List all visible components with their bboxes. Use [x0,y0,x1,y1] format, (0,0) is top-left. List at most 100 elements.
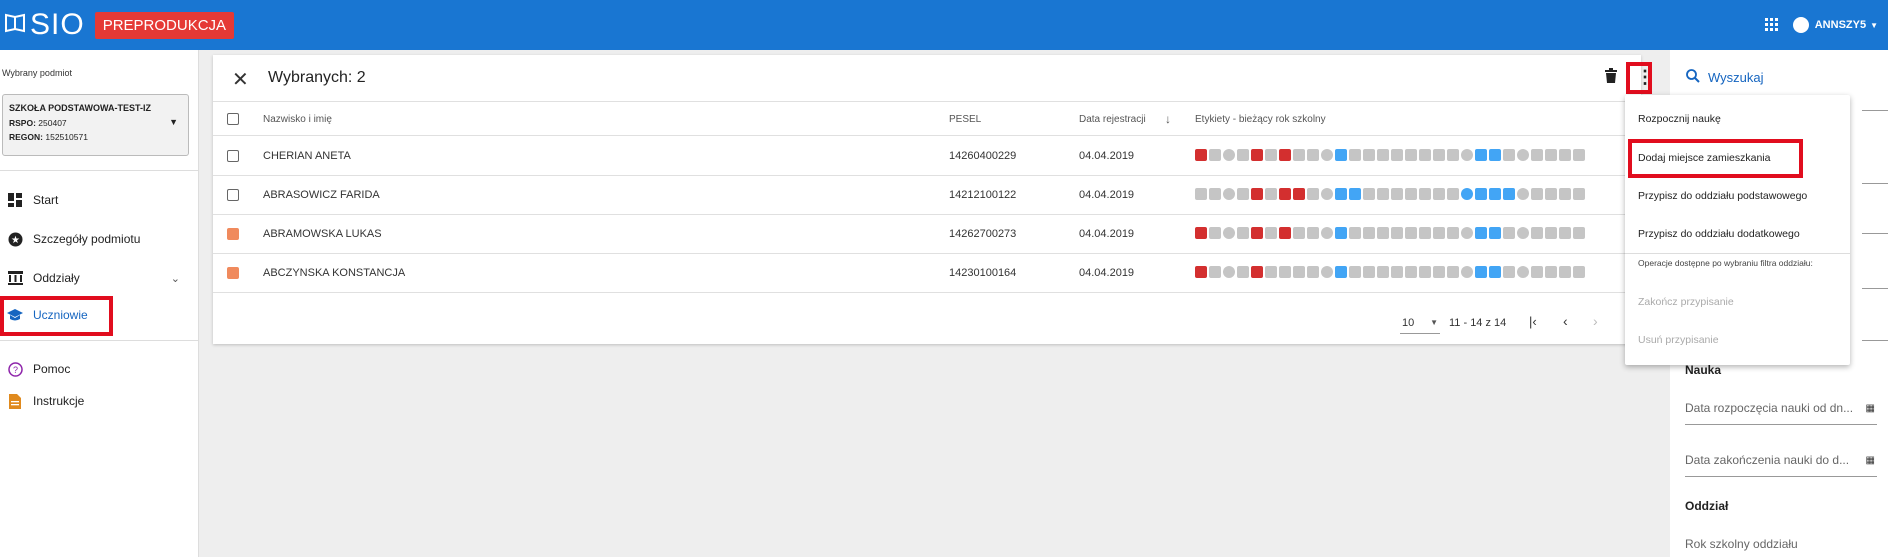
row-checkbox-checked[interactable] [227,228,239,240]
trash-icon[interactable] [1605,68,1617,88]
sidebar-item-instructions[interactable]: Instrukcje [0,385,198,417]
search-link[interactable]: Wyszukaj [1686,69,1764,86]
circle-icon [1517,149,1529,161]
menu-item-assign-primary-branch[interactable]: Przypisz do oddziału podstawowego [1638,190,1807,202]
grid-icon [1419,227,1431,239]
sidebar: Wybrany podmiot SZKOŁA PODSTAWOWA-TEST-I… [0,50,199,557]
tag-icon [1237,188,1249,200]
menu-item-remove-assignment[interactable]: Usuń przypisanie [1638,334,1719,346]
sidebar-item-label: Start [33,193,59,207]
student-name: CHERIAN ANETA [263,150,351,162]
table-row[interactable]: ABRASOWICZ FARIDA 14212100122 04.04.2019 [213,176,1641,215]
thumb-down-icon [1195,266,1207,278]
document-tag-icon [1279,266,1291,278]
wheelchair-icon [1475,149,1487,161]
select-all-checkbox[interactable] [227,113,239,125]
pagination: 10 ▼ 11 - 14 z 14 |‹ ‹ › [213,305,1641,343]
sidebar-item-label: Pomoc [33,362,71,376]
menu-item-end-assignment[interactable]: Zakończ przypisanie [1638,296,1734,308]
tag-icon [1363,188,1375,200]
column-header-pesel[interactable]: PESEL [949,114,981,125]
student-name: ABRAMOWSKA LUKAS [263,228,382,240]
selected-subject-label: Wybrany podmiot [2,68,72,78]
bookmark-icon [1363,149,1375,161]
row-checkbox-checked[interactable] [227,267,239,279]
flag-icon [1573,149,1585,161]
tag-icon [1405,149,1417,161]
more-options-menu: Rozpocznij naukę Dodaj miejsce zamieszka… [1625,95,1850,365]
prev-page-icon[interactable]: ‹ [1563,313,1568,329]
first-page-icon[interactable]: |‹ [1529,314,1537,329]
student-pesel: 14260400229 [949,150,1017,162]
student-name: ABRASOWICZ FARIDA [263,189,380,201]
page-range: 11 - 14 z 14 [1449,317,1507,329]
reading-icon [1335,266,1347,278]
pin-icon [1489,188,1501,200]
document-tag-icon [1279,227,1291,239]
expand-chevron-icon[interactable]: ⌄ [171,272,180,285]
menu-item-start-learning[interactable]: Rozpocznij naukę [1638,113,1721,125]
column-header-date[interactable]: Data rejestracji [1079,114,1146,125]
rspo-line: RSPO: 250407 [9,118,67,128]
user-avatar-icon[interactable] [1792,17,1809,33]
table-row[interactable]: ABCZYNSKA KONSTANCJA 14230100164 04.04.2… [213,254,1641,293]
apps-grid-icon[interactable] [1764,18,1779,32]
school-year-field[interactable]: Rok szkolny oddziału [1685,537,1877,557]
calendar-icon[interactable]: ▦ [1866,403,1875,414]
thumb-down-icon [1195,227,1207,239]
table-row[interactable]: CHERIAN ANETA 14260400229 04.04.2019 [213,137,1641,176]
sidebar-divider [0,340,199,341]
tag-icon [1293,266,1305,278]
page-size-select[interactable]: 10 ▼ [1400,312,1440,334]
document-icon [7,393,23,409]
row-checkbox[interactable] [227,189,239,201]
clock-icon [1223,149,1235,161]
chevron-down-icon[interactable]: ▼ [1870,21,1878,30]
tag-icon [1377,188,1389,200]
tag-icon [1559,227,1571,239]
start-date-field[interactable]: Data rozpoczęcia nauki od dn... ▦ [1685,401,1877,425]
close-icon[interactable]: ✕ [232,67,249,92]
document-tag-icon [1279,188,1291,200]
tag-icons [1195,188,1585,200]
subject-selector[interactable]: SZKOŁA PODSTAWOWA-TEST-IZ RSPO: 250407 R… [2,94,189,156]
student-pesel: 14230100164 [949,267,1017,279]
dollar-icon [1461,227,1473,239]
flag-icon [1573,266,1585,278]
reading-icon [1335,149,1347,161]
dropdown-arrow-icon[interactable]: ▼ [169,117,178,127]
tag-icon [1307,266,1319,278]
pin-icon [1489,227,1501,239]
student-pesel: 14212100122 [949,189,1017,201]
table-row[interactable]: ABRAMOWSKA LUKAS 14262700273 04.04.2019 [213,215,1641,254]
sidebar-item-subject-details[interactable]: ★ Szczegóły podmiotu [0,223,198,255]
tag-icon [1559,149,1571,161]
user-name[interactable]: ANNSZY5 [1815,19,1866,31]
medical-icon [1251,188,1263,200]
end-date-field[interactable]: Data zakończenia nauki do d... ▦ [1685,453,1877,477]
puzzle-icon [1447,227,1459,239]
tag-icon [1377,266,1389,278]
bus-icon [1433,149,1445,161]
circle-icon [1517,227,1529,239]
sort-arrow-icon[interactable]: ↓ [1165,112,1171,126]
tag-icon [1377,227,1389,239]
column-header-tags[interactable]: Etykiety - bieżący rok szkolny [1195,114,1326,125]
tag-icon [1237,149,1249,161]
table-header: Nazwisko i imię PESEL Data rejestracji ↓… [213,102,1641,136]
row-checkbox[interactable] [227,150,239,162]
sidebar-item-branches[interactable]: Oddziały ⌄ [0,262,198,294]
tag-icon [1237,227,1249,239]
tag-icon [1265,188,1277,200]
flag-icon [1573,227,1585,239]
next-page-icon[interactable]: › [1593,313,1598,329]
menu-item-assign-additional-branch[interactable]: Przypisz do oddziału dodatkowego [1638,228,1800,240]
app-logo[interactable]: SIO [4,8,85,42]
sidebar-item-help[interactable]: ? Pomoc [0,353,198,385]
calendar-icon[interactable]: ▦ [1866,455,1875,466]
sidebar-item-start[interactable]: Start [0,184,198,216]
tag-icons [1195,266,1585,278]
column-header-name[interactable]: Nazwisko i imię [263,114,332,125]
selection-count: Wybranych: 2 [268,69,366,86]
clock-icon [1223,188,1235,200]
